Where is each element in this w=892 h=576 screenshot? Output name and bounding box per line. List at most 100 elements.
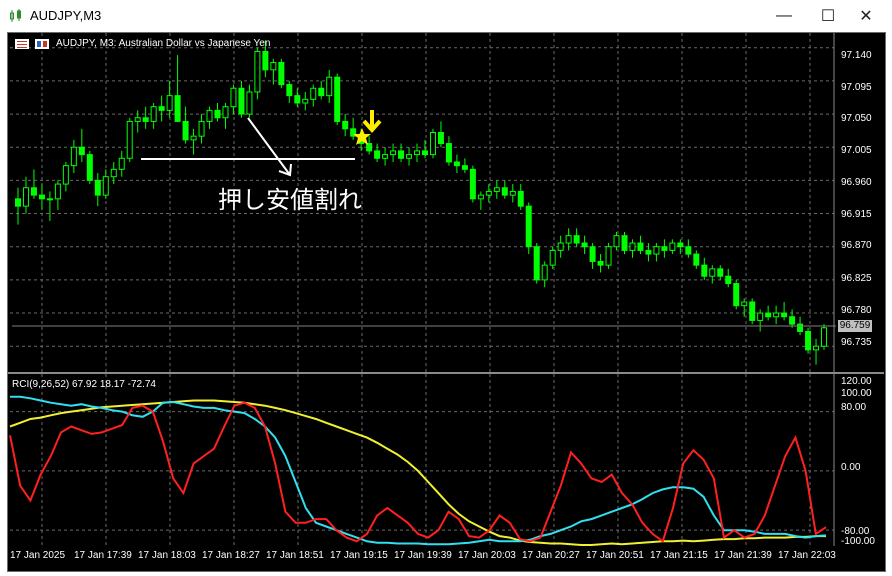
candle-body-bear — [781, 312, 788, 318]
candle — [517, 184, 524, 210]
candle-body-bear — [701, 264, 708, 277]
candle-body-bear — [725, 275, 732, 285]
candle — [318, 80, 325, 100]
chart-canvas[interactable] — [0, 0, 892, 576]
candle-body-bull — [46, 198, 53, 201]
candle-body-bear — [30, 187, 37, 196]
candle — [254, 47, 261, 100]
candle-body-bull — [246, 91, 253, 115]
rci-long-line — [9, 399, 826, 546]
candle — [222, 103, 229, 129]
candle — [366, 136, 373, 155]
candle — [310, 84, 317, 107]
candle-body-bull — [390, 150, 397, 156]
candle-body-bull — [166, 95, 173, 111]
candle — [509, 184, 516, 203]
candle-body-bull — [541, 264, 548, 281]
candle-body-bear — [445, 143, 452, 163]
candle — [789, 309, 796, 328]
candle-body-bull — [821, 327, 828, 347]
candle — [342, 114, 349, 137]
candle-body-bear — [645, 249, 652, 255]
candle — [382, 147, 389, 166]
candle — [414, 143, 421, 162]
candle — [669, 239, 676, 255]
time-tick: 17 Jan 19:39 — [394, 550, 452, 561]
candle — [573, 228, 580, 247]
candle-body-bear — [182, 120, 189, 141]
candle-body-bull — [206, 109, 213, 122]
candle — [334, 73, 341, 126]
candle — [246, 84, 253, 118]
candle-body-bull — [302, 98, 309, 104]
candle — [485, 184, 492, 203]
time-tick: 17 Jan 18:27 — [202, 550, 260, 561]
price-tick: 97.140 — [841, 50, 872, 61]
candle-body-bull — [22, 187, 29, 207]
rci-tick: 120.00 — [841, 376, 872, 387]
candle-body-bull — [565, 235, 572, 244]
time-tick: 17 Jan 18:51 — [266, 550, 324, 561]
candle-body-bear — [765, 312, 772, 318]
candle — [70, 139, 77, 174]
candle-body-bear — [733, 283, 740, 307]
candle — [166, 80, 173, 118]
candle — [118, 150, 125, 177]
time-tick: 17 Jan 19:15 — [330, 550, 388, 561]
candle-body-bear — [334, 76, 341, 122]
candle-body-bear — [174, 95, 181, 122]
candle-body-bear — [589, 246, 596, 262]
candle — [294, 88, 301, 107]
candle-body-bull — [414, 150, 421, 156]
candle-body-bear — [573, 235, 580, 244]
candle — [78, 128, 85, 162]
candle — [126, 117, 133, 162]
candle-body-bear — [597, 260, 604, 266]
candle — [533, 243, 540, 284]
candle — [661, 239, 668, 258]
candle-body-bull — [485, 190, 492, 196]
candle-body-bull — [102, 176, 109, 196]
candle-body-bull — [406, 154, 413, 159]
candle-body-bear — [621, 235, 628, 251]
candle-body-bull — [477, 194, 484, 200]
candle-body-bull — [62, 165, 69, 185]
price-tick: 96.735 — [841, 337, 872, 348]
candle — [38, 184, 45, 210]
candle-body-bull — [190, 135, 197, 141]
rci-tick: 80.00 — [841, 402, 867, 413]
candle — [757, 309, 764, 332]
candle-body-bull — [629, 242, 636, 251]
candle — [94, 173, 101, 207]
rci-grid — [10, 374, 834, 545]
candle — [605, 243, 612, 269]
candle — [230, 84, 237, 115]
candle-body-bull — [773, 312, 780, 318]
candle-body-bull — [150, 106, 157, 122]
candle — [621, 231, 628, 255]
candle-body-bear — [158, 106, 165, 111]
candle — [421, 139, 428, 159]
candle — [765, 305, 772, 321]
candle — [741, 298, 748, 317]
candle-body-bear — [262, 50, 269, 71]
candle-body-bear — [661, 246, 668, 251]
candle — [278, 58, 285, 89]
candle-body-bear — [86, 154, 93, 181]
candle-body-bear — [286, 84, 293, 97]
candle-body-bear — [749, 301, 756, 321]
candle — [86, 150, 93, 185]
candle-body-bear — [94, 179, 101, 196]
candle — [501, 180, 508, 199]
candle — [773, 305, 780, 325]
time-tick: 17 Jan 20:03 — [458, 550, 516, 561]
candle — [469, 165, 476, 203]
candle — [733, 279, 740, 310]
candle-body-bear — [421, 150, 428, 156]
candle-body-bull — [509, 190, 516, 196]
candle — [150, 103, 157, 129]
time-tick: 17 Jan 20:27 — [522, 550, 580, 561]
candle-body-bull — [230, 87, 237, 108]
candle-body-bull — [757, 312, 764, 321]
candle-body-bear — [374, 150, 381, 159]
